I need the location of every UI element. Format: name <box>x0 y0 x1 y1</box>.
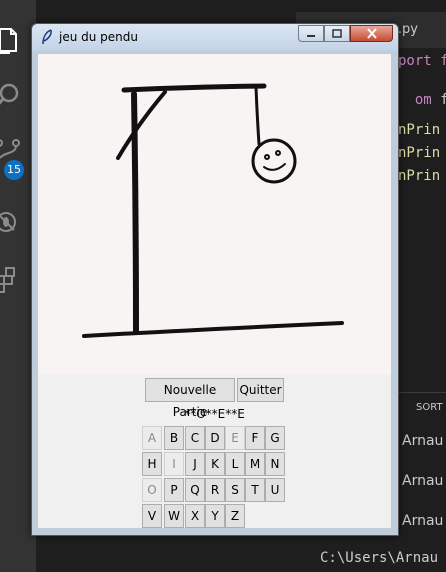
letter-button-y[interactable]: Y <box>205 504 225 528</box>
hangman-drawing <box>82 83 344 338</box>
window-controls <box>298 25 393 43</box>
mouth <box>263 163 286 171</box>
letter-button-d[interactable]: D <box>205 426 225 450</box>
letter-button-r[interactable]: R <box>205 478 225 502</box>
code-text: fe <box>440 92 446 108</box>
letter-button-p[interactable]: P <box>164 478 184 502</box>
rope <box>254 85 261 146</box>
tk-feather-icon <box>41 29 53 49</box>
letter-button-x[interactable]: X <box>185 504 205 528</box>
right-eye <box>275 150 281 156</box>
letter-button-e[interactable]: E <box>225 426 245 450</box>
letter-button-h[interactable]: H <box>142 452 162 476</box>
letter-button-c[interactable]: C <box>185 426 205 450</box>
window-client-area: Nouvelle Partie Quitter **O**E**E A B C … <box>38 54 391 528</box>
letter-button-l[interactable]: L <box>225 452 245 476</box>
letter-button-n[interactable]: N <box>265 452 285 476</box>
new-game-button[interactable]: Nouvelle Partie <box>145 378 235 419</box>
letter-button-q[interactable]: Q <box>185 478 205 502</box>
letter-button-b[interactable]: B <box>164 426 184 450</box>
window-titlebar[interactable]: jeu du pendu <box>32 24 398 51</box>
hidden-word: **O**E**E <box>184 407 245 421</box>
letter-button-v[interactable]: V <box>142 504 162 528</box>
close-icon <box>366 28 377 39</box>
gallows-brace <box>116 90 167 160</box>
terminal-line[interactable]: C:\Users\Arnau <box>320 550 438 566</box>
letter-button-k[interactable]: K <box>205 452 225 476</box>
letter-button-f[interactable]: F <box>245 426 265 450</box>
code-line-3[interactable]: nPrin <box>398 122 440 138</box>
letter-button-w[interactable]: W <box>164 504 184 528</box>
code-line-2[interactable]: om fe <box>398 76 446 108</box>
letter-button-i[interactable]: I <box>164 452 184 476</box>
letter-button-a[interactable]: A <box>142 426 162 450</box>
output-line-1: Arnau <box>402 433 444 449</box>
letter-button-u[interactable]: U <box>265 478 285 502</box>
code-keyword: om <box>414 92 432 108</box>
quit-button[interactable]: Quitter <box>237 378 284 402</box>
output-line-2: Arnau <box>402 473 444 489</box>
letter-button-z[interactable]: Z <box>225 504 245 528</box>
maximize-icon <box>332 29 342 38</box>
letter-button-s[interactable]: S <box>225 478 245 502</box>
hanged-head <box>251 138 297 184</box>
source-control-badge: 15 <box>4 160 24 180</box>
letter-button-m[interactable]: M <box>245 452 265 476</box>
maximize-button[interactable] <box>324 25 350 42</box>
gallows-beam <box>121 83 267 93</box>
code-line-5[interactable]: nPrin <box>398 168 440 184</box>
code-line-4[interactable]: nPrin <box>398 145 440 161</box>
hangman-window: jeu du pendu Nouvelle Partie Quitter **O… <box>31 23 399 536</box>
code-line-1[interactable]: port f <box>398 53 446 69</box>
minimize-icon <box>307 34 315 37</box>
close-button[interactable] <box>350 25 393 42</box>
panel-tab-sortie[interactable]: SORT <box>416 402 443 413</box>
window-title: jeu du pendu <box>59 30 139 44</box>
gallows-base <box>82 321 344 338</box>
controls-area: Nouvelle Partie Quitter **O**E**E A B C … <box>38 374 391 528</box>
letter-button-g[interactable]: G <box>265 426 285 450</box>
letter-button-t[interactable]: T <box>245 478 265 502</box>
letter-button-o[interactable]: O <box>142 478 162 502</box>
left-eye <box>264 154 270 160</box>
output-line-3: Arnau <box>402 513 444 529</box>
minimize-button[interactable] <box>298 25 324 42</box>
letter-button-j[interactable]: J <box>185 452 205 476</box>
hangman-canvas <box>38 54 391 374</box>
